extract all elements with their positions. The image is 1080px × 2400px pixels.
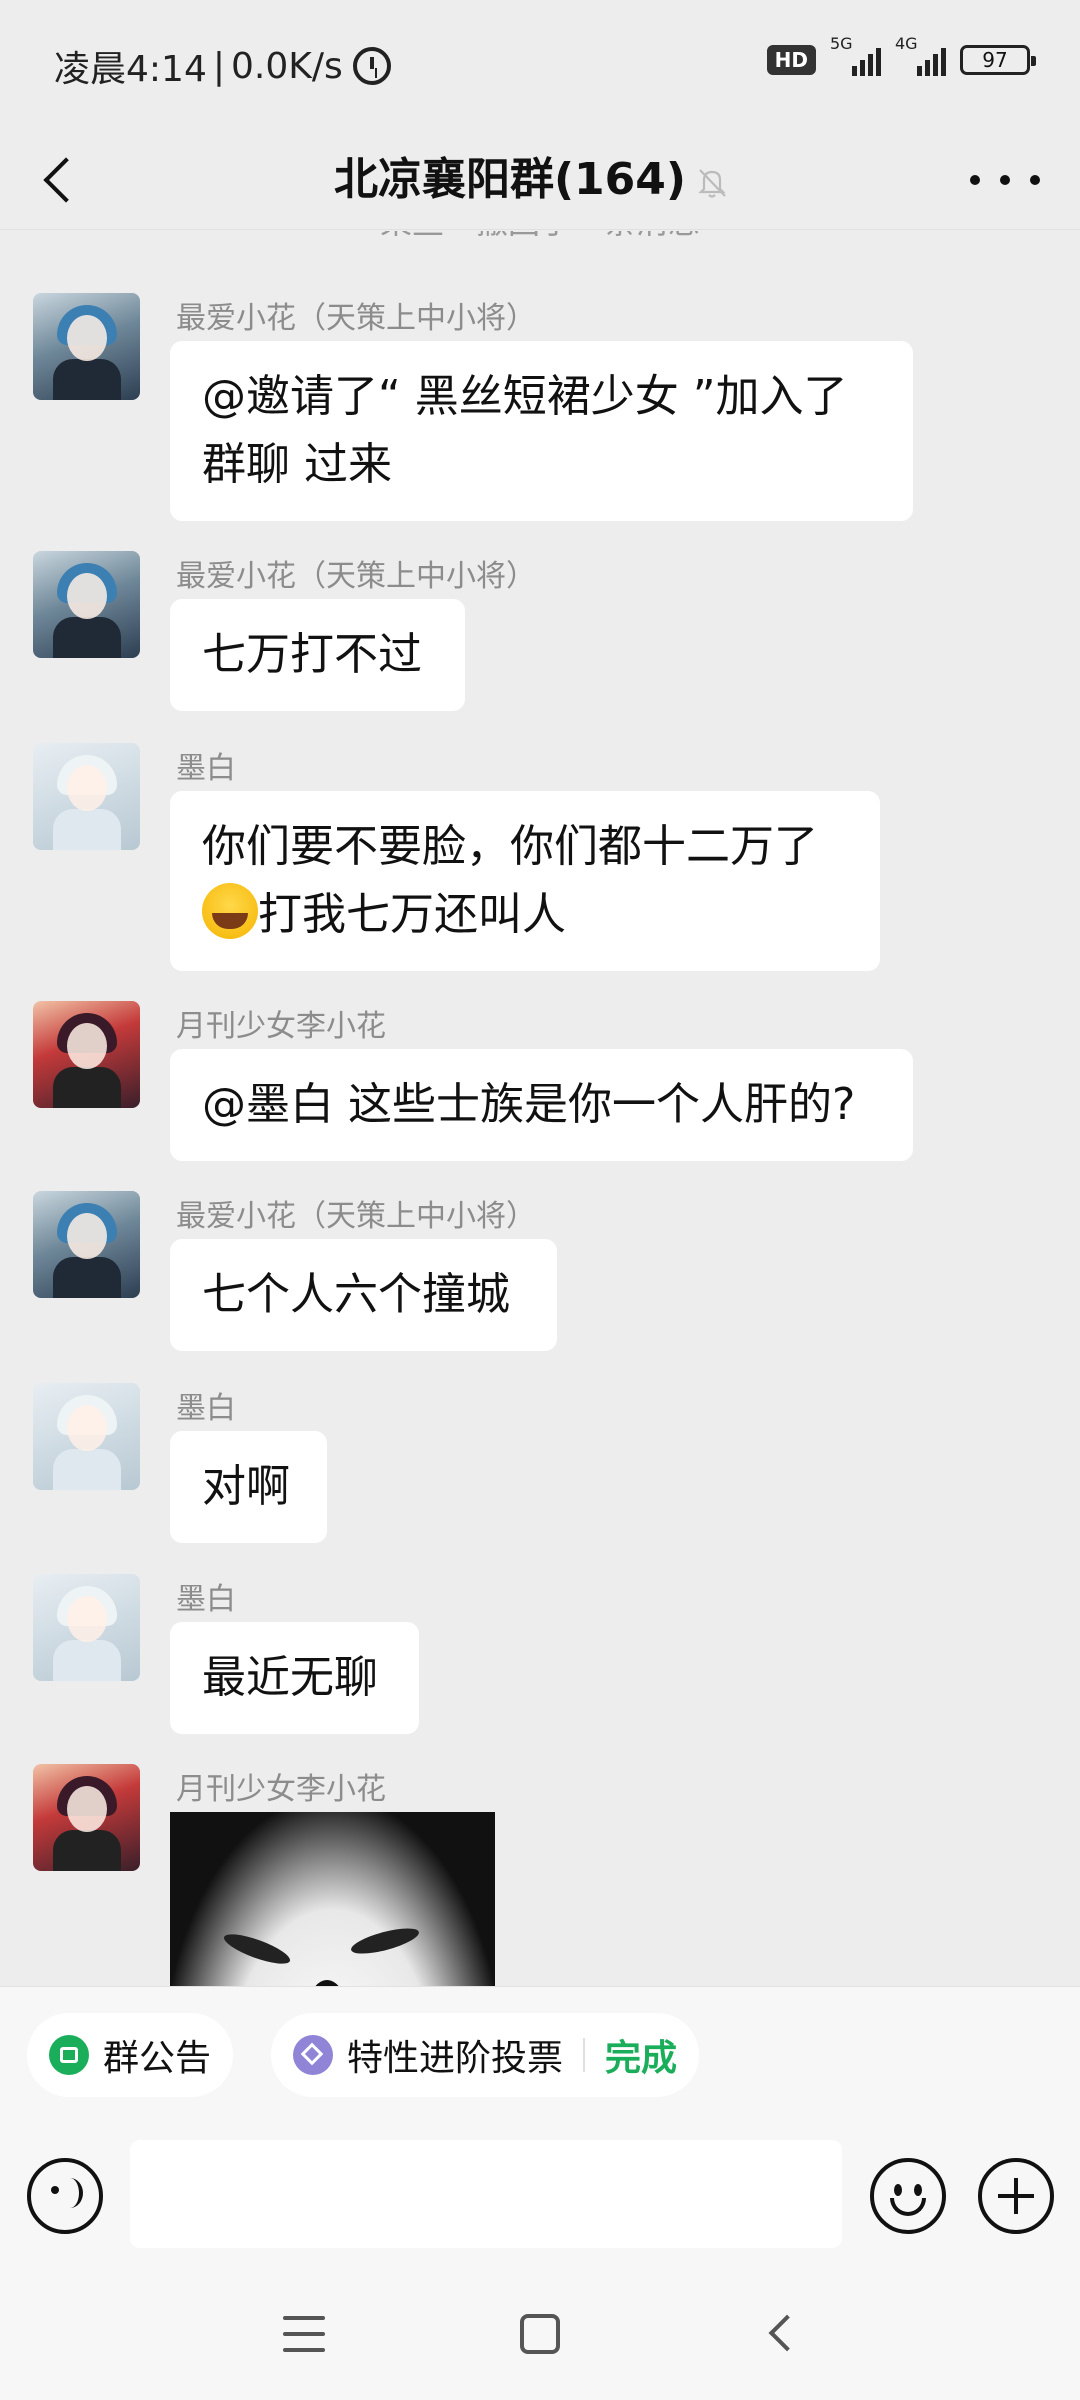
vote-label: 特性进阶投票 (347, 2038, 564, 2079)
sender-name: 墨白 (176, 1582, 236, 1617)
vote-icon (293, 2035, 333, 2075)
avatar[interactable] (33, 743, 140, 850)
message-text-line: 你们要不要脸，你们都十二万了 (202, 821, 818, 872)
avatar[interactable] (33, 551, 140, 658)
message-input[interactable] (130, 2140, 842, 2248)
quick-action-bar: 群公告 特性进阶投票 完成 (0, 1986, 1080, 2116)
avatar[interactable] (33, 1001, 140, 1108)
message-bubble[interactable]: @邀请了“ 黑丝短裙少女 ”加入了群聊 过来 (170, 341, 913, 521)
battery-icon: 97 (960, 45, 1036, 75)
announcement-button[interactable]: 群公告 (27, 2013, 234, 2097)
input-bar (0, 2116, 1080, 2276)
recent-apps-button[interactable] (283, 2316, 325, 2352)
chat-title: 北凉襄阳群(164) (333, 154, 687, 205)
status-bar: 凌晨4:14 | 0.0K/s HD 5G 4G 97 (0, 0, 1080, 130)
separator: | (212, 45, 225, 87)
avatar[interactable] (33, 1383, 140, 1490)
message-bubble[interactable]: 对啊 (170, 1431, 327, 1543)
mute-bell-icon (698, 169, 726, 198)
message-bubble[interactable]: 最近无聊 (170, 1622, 419, 1734)
message-bubble[interactable]: 你们要不要脸，你们都十二万了 打我七万还叫人 (170, 791, 880, 971)
system-note: 某些一撤回了一条消息 (0, 231, 1080, 243)
clock: 凌晨4:14 (54, 49, 207, 90)
system-nav-bar (0, 2276, 1080, 2400)
message-text-line: 打我七万还叫人 (258, 889, 566, 940)
avatar[interactable] (33, 1574, 140, 1681)
sender-name: 月刊少女李小花 (176, 1772, 386, 1807)
meme-image[interactable] (170, 1812, 495, 1986)
emoji-button[interactable] (870, 2158, 946, 2234)
divider (583, 2038, 586, 2072)
sender-name: 最爱小花（天策上中小将） (176, 559, 536, 594)
network-speed: 0.0K/s (230, 45, 343, 87)
status-right: HD 5G 4G 97 (766, 34, 1036, 76)
message-bubble[interactable]: 七万打不过 (170, 599, 465, 711)
alarm-icon (352, 47, 391, 85)
voice-input-button[interactable] (27, 2158, 103, 2234)
done-button[interactable]: 完成 (605, 2029, 677, 2081)
announcement-icon (49, 2035, 89, 2075)
home-button[interactable] (520, 2314, 560, 2354)
signal-5g-icon: 5G (830, 34, 881, 76)
avatar[interactable] (33, 1764, 140, 1871)
signal-4g-icon: 4G (895, 34, 946, 76)
sender-name: 墨白 (176, 751, 236, 786)
sender-name: 最爱小花（天策上中小将） (176, 1199, 536, 1234)
hd-voice-icon: HD (766, 45, 816, 75)
more-options-button[interactable] (970, 160, 1040, 200)
message-bubble[interactable]: 七个人六个撞城 (170, 1239, 557, 1351)
chat-header: 北凉襄阳群(164) (0, 130, 1080, 230)
message-bubble[interactable]: @墨白 这些士族是你一个人肝的? (170, 1049, 913, 1161)
sender-name: 最爱小花（天策上中小将） (176, 301, 536, 336)
avatar[interactable] (33, 1191, 140, 1298)
sender-name: 墨白 (176, 1391, 236, 1426)
message-list[interactable]: 某些一撤回了一条消息 最爱小花（天策上中小将） @邀请了“ 黑丝短裙少女 ”加入… (0, 231, 1080, 1986)
announcement-label: 群公告 (103, 2038, 212, 2079)
vote-chip[interactable]: 特性进阶投票 完成 (271, 2013, 700, 2097)
status-left: 凌晨4:14 | 0.0K/s (54, 40, 391, 92)
more-actions-plus-button[interactable] (978, 2158, 1054, 2234)
system-back-button[interactable] (762, 2312, 802, 2356)
avatar[interactable] (33, 293, 140, 400)
sender-name: 月刊少女李小花 (176, 1009, 386, 1044)
tears-of-joy-emoji-icon (202, 883, 258, 939)
